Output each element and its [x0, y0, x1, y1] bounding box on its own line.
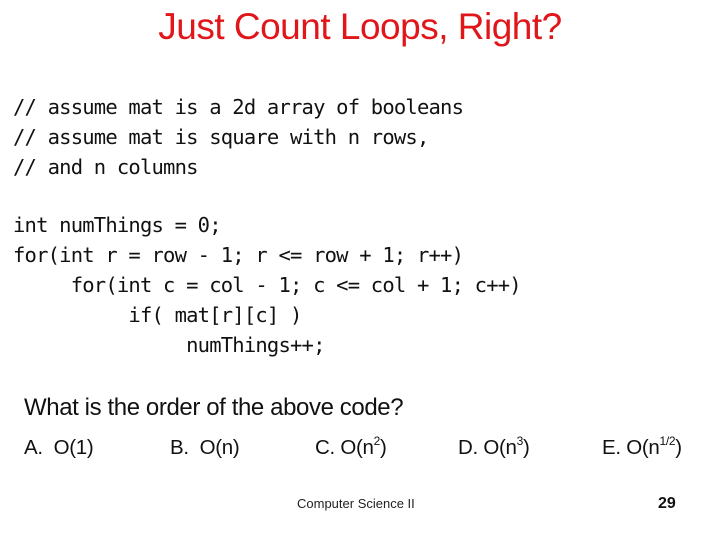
answer-letter: E.: [602, 436, 621, 459]
answer-option-c: C. O(n2): [315, 435, 387, 460]
code-line: int numThings = 0;: [13, 213, 222, 237]
answer-close-paren: ): [675, 436, 682, 459]
answer-option-a: A. O(1): [24, 436, 94, 460]
answer-expression: O(n: [340, 436, 374, 459]
code-line: for(int c = col - 1; c <= col + 1; c++): [13, 273, 522, 297]
code-line: if( mat[r][c] ): [13, 303, 302, 327]
answer-option-d: D. O(n3): [458, 435, 530, 460]
answer-letter: A.: [24, 436, 43, 459]
comment-line: // and n columns: [13, 155, 198, 179]
answer-letter: B.: [170, 436, 189, 459]
code-line: numThings++;: [13, 333, 325, 357]
answer-close-paren: ): [379, 436, 387, 459]
slide-title: Just Count Loops, Right?: [158, 6, 562, 47]
answer-option-e: E. O(n1/2): [602, 434, 682, 460]
answer-expression: O(1): [53, 436, 94, 459]
answer-expression: O(n: [626, 436, 660, 459]
question-text: What is the order of the above code?: [24, 394, 404, 421]
answer-expression: O(n: [483, 436, 517, 459]
footer-course-name: Computer Science II: [297, 496, 415, 511]
code-snippet: int numThings = 0; for(int r = row - 1; r…: [13, 210, 522, 360]
answer-option-b: B. O(n): [170, 436, 240, 460]
page-number: 29: [658, 495, 676, 512]
answer-exponent: 1/2: [659, 434, 676, 448]
code-line: for(int r = row - 1; r <= row + 1; r++): [13, 243, 464, 267]
answer-expression: O(n): [199, 436, 240, 459]
answer-letter: C.: [315, 436, 335, 459]
answer-letter: D.: [458, 436, 478, 459]
comment-line: // assume mat is square with n rows,: [13, 125, 429, 149]
comment-line: // assume mat is a 2d array of booleans: [13, 95, 464, 119]
answer-close-paren: ): [522, 436, 530, 459]
code-comments: // assume mat is a 2d array of booleans /…: [13, 92, 464, 182]
